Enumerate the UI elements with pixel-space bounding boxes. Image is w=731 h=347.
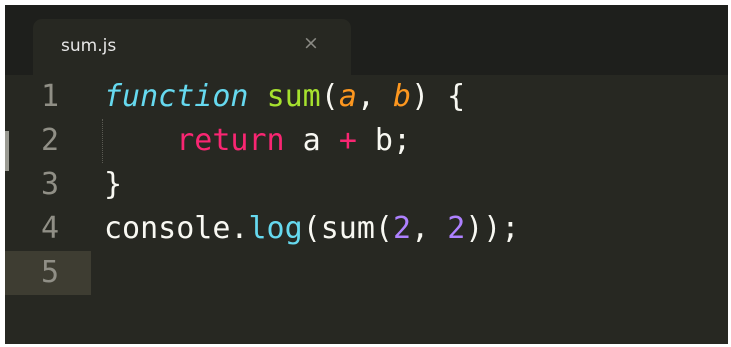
line-number: 5	[40, 255, 59, 290]
code-token: ,	[356, 79, 393, 114]
close-icon[interactable]: ×	[303, 32, 319, 54]
code-token: ));	[465, 211, 520, 246]
code-line-2[interactable]: 2 return a + b;	[5, 119, 728, 163]
line-number: 4	[40, 211, 59, 246]
line-number: 1	[40, 79, 59, 114]
code-token: log	[248, 211, 303, 246]
code-token: b	[393, 79, 412, 114]
code-token: ) {	[411, 79, 466, 114]
code-token: 2	[447, 211, 466, 246]
code-token: a	[284, 123, 339, 158]
code-token: return	[176, 123, 285, 158]
code-token: b;	[356, 123, 412, 158]
code-token: ,	[411, 211, 448, 246]
code-token: }	[104, 167, 123, 202]
code-line-3[interactable]: 3 }	[5, 163, 728, 207]
code-token: (sum(	[302, 211, 393, 246]
code-editor[interactable]: 1 function sum(a, b) { 2 return a + b; 3…	[5, 75, 728, 344]
code-token: console.	[104, 211, 249, 246]
line-number: 2	[40, 123, 59, 158]
line-code: console.log(sum(2, 2));	[104, 207, 519, 251]
code-token: +	[338, 123, 357, 158]
code-token: function	[104, 79, 249, 114]
line-number: 3	[40, 167, 59, 202]
code-line-1[interactable]: 1 function sum(a, b) {	[5, 75, 728, 119]
line-code: return a + b;	[104, 119, 411, 163]
code-line-5-current[interactable]: 5	[5, 251, 91, 295]
code-token: 2	[393, 211, 412, 246]
code-token: sum	[266, 79, 321, 114]
editor-window: sum.js × 1 function sum(a, b) { 2 return…	[5, 5, 728, 344]
tab-title: sum.js	[61, 36, 117, 56]
code-token: (	[320, 79, 339, 114]
line-code: function sum(a, b) {	[104, 75, 465, 119]
tab-sum-js[interactable]: sum.js ×	[33, 19, 351, 75]
tab-bar: sum.js ×	[5, 5, 728, 75]
line-code: }	[104, 163, 122, 207]
code-line-4[interactable]: 4 console.log(sum(2, 2));	[5, 207, 728, 251]
code-token: a	[338, 79, 357, 114]
